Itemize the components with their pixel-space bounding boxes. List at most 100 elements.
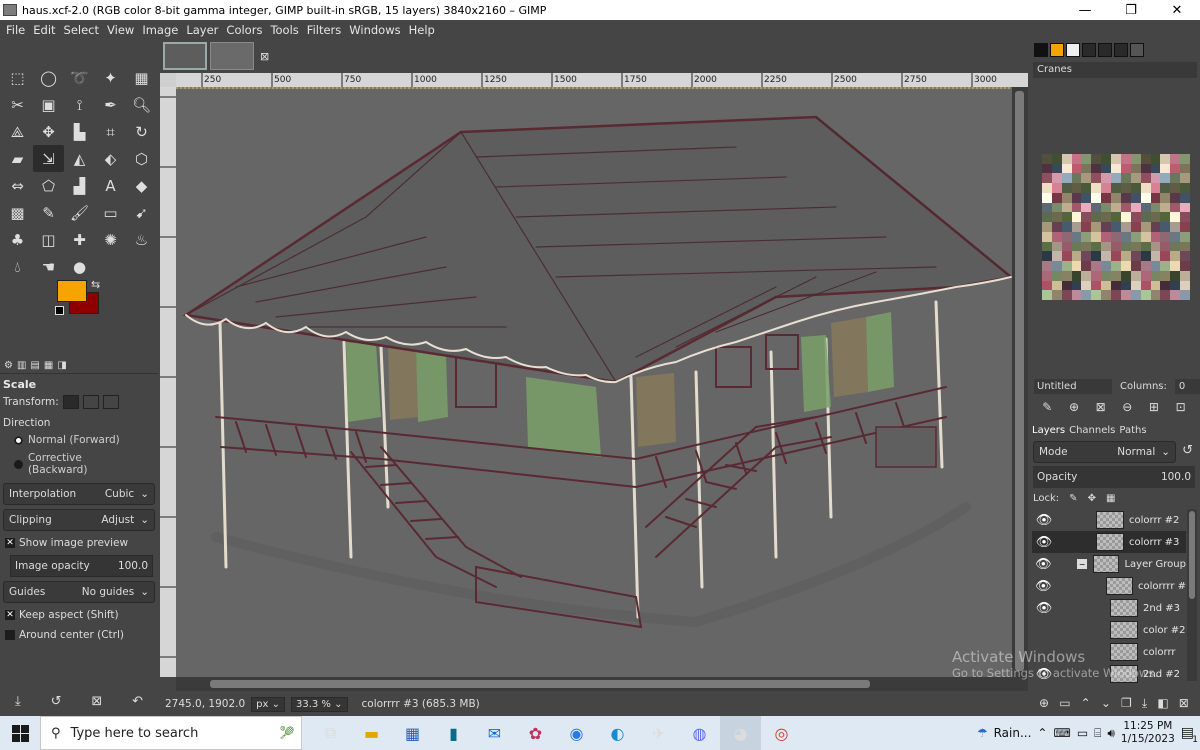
palette-swatch[interactable] (1081, 202, 1092, 213)
collapse-icon[interactable]: − (1077, 559, 1087, 569)
minimize-button[interactable]: — (1062, 0, 1108, 20)
brushes-tab-icon[interactable] (1034, 43, 1048, 57)
discord-icon[interactable]: ◍ (679, 716, 720, 750)
zoom-select[interactable]: 33.3 % ⌄ (290, 696, 348, 712)
perspective-icon[interactable]: ⬖ (95, 145, 126, 172)
palette-swatch[interactable] (1051, 270, 1062, 281)
measure-icon[interactable]: ⟁ (2, 118, 33, 145)
image-canvas[interactable] (175, 87, 1014, 677)
palette-swatch[interactable] (1180, 202, 1190, 213)
palette-swatch[interactable] (1061, 163, 1072, 174)
palette-swatch[interactable] (1042, 173, 1052, 184)
palette-swatch[interactable] (1180, 280, 1190, 291)
palette-swatch[interactable] (1081, 270, 1092, 281)
palette-swatch[interactable] (1150, 183, 1161, 193)
palette-swatch[interactable] (1081, 222, 1092, 232)
shear-icon[interactable]: ▰ (2, 145, 33, 172)
foreground-color[interactable] (57, 280, 87, 302)
palette-swatch[interactable] (1160, 251, 1171, 262)
palette-swatch[interactable] (1160, 173, 1171, 184)
palette-swatch[interactable] (1140, 261, 1151, 271)
layer-row[interactable]: 👁︎ colorrr #2 (1032, 509, 1186, 531)
restore-options-icon[interactable]: ↺ (51, 694, 62, 709)
palette-swatch[interactable] (1180, 270, 1190, 281)
palette-swatch[interactable] (1140, 251, 1151, 262)
palette-swatch[interactable] (1170, 163, 1181, 174)
palette-swatch[interactable] (1081, 251, 1092, 262)
palette-swatch[interactable] (1120, 163, 1131, 174)
mode-reset-icon[interactable]: ↺ (1180, 441, 1195, 463)
palette-swatch[interactable] (1150, 173, 1161, 184)
reset-colors-icon[interactable] (55, 306, 64, 315)
3d-transform-icon[interactable]: ⬡ (126, 145, 157, 172)
taskbar-search[interactable]: ⚲ Type here to search 🎾︎ (40, 716, 302, 750)
palette-swatch[interactable] (1170, 183, 1181, 193)
guides-select[interactable]: Guides No guides ⌄ (3, 581, 155, 603)
palette-swatch[interactable] (1170, 280, 1181, 291)
eye-icon[interactable]: 👁︎ (1032, 513, 1056, 528)
palette-swatch[interactable] (1180, 261, 1190, 271)
dodge-burn-icon[interactable]: ♨ (126, 226, 157, 253)
pencil-icon[interactable]: ✎ (33, 199, 64, 226)
palette-swatch[interactable] (1180, 183, 1190, 193)
palette-grid[interactable] (1042, 154, 1190, 300)
eraser-icon[interactable]: ▭ (95, 199, 126, 226)
palette-swatch[interactable] (1130, 241, 1141, 252)
transform-selection-button[interactable] (82, 395, 99, 409)
palette-swatch[interactable] (1051, 163, 1062, 174)
palette-swatch[interactable] (1180, 241, 1190, 252)
palette-swatch[interactable] (1101, 202, 1112, 213)
palette-swatch[interactable] (1101, 154, 1112, 164)
palette-swatch[interactable] (1150, 192, 1161, 203)
palette-swatch[interactable] (1120, 212, 1131, 223)
palette-swatch[interactable] (1061, 222, 1072, 232)
transform-path-button[interactable] (102, 395, 119, 409)
palette-swatch[interactable] (1111, 183, 1121, 193)
palette-swatch[interactable] (1130, 231, 1141, 242)
delete-options-icon[interactable]: ⊠ (91, 694, 102, 709)
palette-swatch[interactable] (1091, 222, 1102, 232)
palette-swatch[interactable] (1130, 222, 1141, 232)
palette-swatch[interactable] (1051, 241, 1062, 252)
palette-swatch[interactable] (1042, 222, 1052, 232)
palette-swatch[interactable] (1120, 202, 1131, 213)
palette-editor-tab-icon[interactable] (1114, 43, 1128, 57)
palette-swatch[interactable] (1160, 212, 1171, 223)
palette-swatch[interactable] (1101, 222, 1112, 232)
palette-swatch[interactable] (1130, 261, 1141, 271)
palette-swatch[interactable] (1160, 261, 1171, 271)
palette-swatch[interactable] (1120, 241, 1131, 252)
palette-swatch[interactable] (1042, 192, 1052, 203)
close-icon[interactable]: ⊠ (260, 50, 269, 63)
palette-swatch[interactable] (1061, 173, 1072, 184)
crop-icon[interactable]: ⌗ (95, 118, 126, 145)
palette-swatch[interactable] (1170, 222, 1181, 232)
palette-swatch[interactable] (1170, 270, 1181, 281)
eye-icon[interactable]: 👁︎ (1032, 535, 1056, 550)
rect-select-icon[interactable]: ⬚ (2, 64, 33, 91)
palette-swatch[interactable] (1120, 222, 1131, 232)
duplicate-layer-icon[interactable]: ❐ (1121, 696, 1132, 711)
palette-swatch[interactable] (1160, 241, 1171, 252)
palette-swatch[interactable] (1180, 163, 1190, 174)
foreground-select-icon[interactable]: ▣ (33, 91, 64, 118)
eye-icon[interactable]: 👁︎ (1032, 601, 1056, 616)
palette-swatch[interactable] (1081, 163, 1092, 174)
palette-swatch[interactable] (1170, 231, 1181, 242)
direction-backward-radio[interactable]: Corrective (Backward) (0, 449, 158, 479)
palette-swatch[interactable] (1071, 222, 1082, 232)
palette-swatch[interactable] (1071, 163, 1082, 174)
layer-row[interactable]: 👁︎ colorrrr # (1032, 575, 1186, 597)
palette-swatch[interactable] (1120, 183, 1131, 193)
dock-menu-icon[interactable] (1130, 43, 1144, 57)
menu-colors[interactable]: Colors (222, 23, 266, 37)
palette-swatch[interactable] (1111, 270, 1121, 281)
palette-swatch[interactable] (1130, 163, 1141, 174)
palette-swatch[interactable] (1091, 280, 1102, 291)
fill-icon[interactable]: ◆ (126, 172, 157, 199)
palette-swatch[interactable] (1101, 173, 1112, 184)
palette-swatch[interactable] (1042, 154, 1052, 164)
clock[interactable]: 11:25 PM 1/15/2023 (1121, 720, 1175, 746)
gradients-tab-icon[interactable] (1082, 43, 1096, 57)
zoom-out-icon[interactable]: ⊖ (1122, 400, 1132, 414)
